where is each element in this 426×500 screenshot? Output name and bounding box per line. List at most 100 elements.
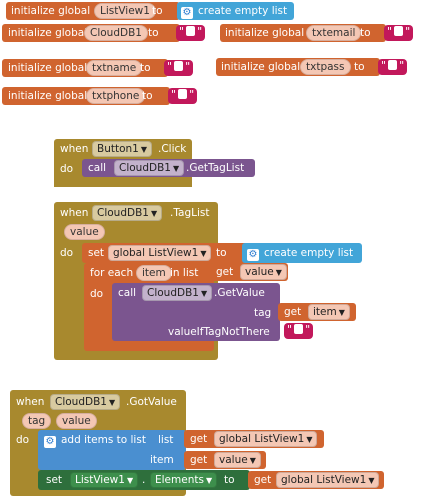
global-var-name[interactable]: ListView1 [94,3,156,19]
dropdown-arrow-icon: ▼ [200,289,208,298]
method-name-label: .GetValue [214,287,265,299]
gear-icon[interactable]: ⚙ [181,7,193,19]
event-param-value[interactable]: value [56,413,97,429]
dropdown-arrow-icon: ▼ [275,268,282,277]
do-label: do [60,247,74,259]
text-block-icon: " " [176,25,206,41]
initialize-global-label: initialize global [8,62,88,74]
dropdown-arrow-icon: ▼ [172,164,180,173]
variable-dropdown[interactable]: item ▼ [308,304,350,320]
gear-icon[interactable]: ⚙ [247,249,259,261]
dropdown-arrow-icon: ▼ [338,308,345,317]
dot-label: . [142,474,146,486]
event-param-tag[interactable]: tag [22,413,52,429]
text-string-block[interactable]: " " [176,24,210,42]
dropdown-arrow-icon: ▼ [306,435,313,444]
component-dropdown[interactable]: CloudDB1 ▼ [142,285,213,301]
variable-dropdown[interactable]: value ▼ [240,264,287,280]
create-empty-list-block[interactable]: ⚙ create empty list [242,243,362,263]
set-component-property-block[interactable]: set ListView1 ▼ . Elements ▼ to [38,470,250,490]
do-label: do [90,288,104,300]
add-items-to-list-block[interactable]: ⚙ add items to list list item [38,430,186,470]
dropdown-arrow-icon: ▼ [140,145,148,154]
get-label: get [190,454,208,466]
global-var-name[interactable]: txtphone [86,88,146,104]
to-label: to [140,62,151,74]
component-dropdown[interactable]: CloudDB1 ▼ [114,160,185,176]
initialize-global-label: initialize global [11,5,91,17]
do-label: do [16,434,30,446]
variable-dropdown[interactable]: global ListView1 ▼ [108,245,212,261]
get-label: get [190,433,208,445]
get-label: get [284,306,302,318]
global-var-block-txtemail[interactable]: initialize global txtemail to [220,24,386,42]
dropdown-arrow-icon: ▼ [150,209,158,218]
global-var-block-txtname[interactable]: initialize global txtname to [2,59,168,77]
loop-var-item[interactable]: item [136,265,172,281]
global-var-block-txtphone[interactable]: initialize global txtphone to [2,87,170,105]
create-empty-list-block[interactable]: ⚙ create empty list [177,2,294,20]
event-param-value[interactable]: value [64,224,105,240]
dropdown-arrow-icon: ▼ [108,398,116,407]
method-name-label: .GetTagList [186,162,245,174]
text-string-block[interactable]: " " [284,322,322,340]
in-list-label: in list [170,267,199,279]
add-items-label: add items to list [61,434,146,446]
component-dropdown[interactable]: CloudDB1 ▼ [92,205,163,221]
call-label: call [118,287,137,299]
when-label: when [60,207,89,219]
text-string-block[interactable]: " " [164,59,202,77]
value-if-tag-not-there-label: valueIfTagNotThere [168,326,270,338]
global-var-name[interactable]: txtname [86,60,143,76]
text-string-block[interactable]: " " [378,58,416,76]
dropdown-arrow-icon: ▼ [249,456,256,465]
get-value-block[interactable]: get value ▼ [184,451,266,469]
initialize-global-label: initialize global [8,90,88,102]
event-name-label: .TagList [170,207,210,219]
gear-icon[interactable]: ⚙ [44,436,56,448]
for-each-label: for each [90,267,134,279]
text-string-block[interactable]: " " [384,24,418,42]
global-var-name[interactable]: txtpass [300,59,351,75]
call-label: call [88,162,107,174]
get-value-block[interactable]: get value ▼ [210,263,288,281]
dropdown-arrow-icon: ▼ [368,476,375,485]
global-var-name[interactable]: CloudDB1 [84,25,148,41]
call-getvalue-block[interactable]: call CloudDB1 ▼ .GetValue tag valueIfTagN… [112,283,280,341]
when-label: when [16,396,45,408]
set-global-block[interactable]: set global ListView1 ▼ to [82,243,248,263]
get-listview-block[interactable]: get global ListView1 ▼ [248,471,384,489]
global-var-name[interactable]: txtemail [306,25,362,41]
component-dropdown[interactable]: ListView1 ▼ [70,472,139,488]
property-dropdown[interactable]: Elements ▼ [150,472,218,488]
get-item-block[interactable]: get item ▼ [278,303,356,321]
get-label: get [216,266,234,278]
to-label: to [360,27,371,39]
text-string-block[interactable]: " " [168,87,206,105]
initialize-global-label: initialize global [221,61,301,73]
create-empty-list-label: create empty list [264,247,354,259]
variable-dropdown[interactable]: value ▼ [214,452,261,468]
event-name-label: .Click [158,143,187,155]
text-block-icon: " " [164,60,194,76]
global-var-block-listview1[interactable]: initialize global ListView1 to [6,2,180,20]
call-method-block[interactable]: call CloudDB1 ▼ .GetTagList [82,159,255,177]
when-label: when [60,143,89,155]
initialize-global-label: initialize global [8,27,88,39]
component-dropdown[interactable]: CloudDB1 ▼ [50,394,121,410]
to-label: to [142,90,153,102]
global-var-block-clouddb1[interactable]: initialize global CloudDB1 to [2,24,180,42]
dropdown-arrow-icon: ▼ [200,249,207,258]
variable-dropdown[interactable]: global ListView1 ▼ [276,472,380,488]
component-dropdown[interactable]: Button1 ▼ [92,141,153,157]
dropdown-arrow-icon: ▼ [126,476,134,485]
get-label: get [254,474,272,486]
initialize-global-label: initialize global [225,27,305,39]
variable-dropdown[interactable]: global ListView1 ▼ [214,431,318,447]
global-var-block-txtpass[interactable]: initialize global txtpass to [216,58,380,76]
text-block-icon: " " [378,59,408,75]
list-label: list [158,434,174,446]
do-label: do [60,163,74,175]
text-block-icon: " " [384,25,414,41]
get-listview-block[interactable]: get global ListView1 ▼ [184,430,324,448]
